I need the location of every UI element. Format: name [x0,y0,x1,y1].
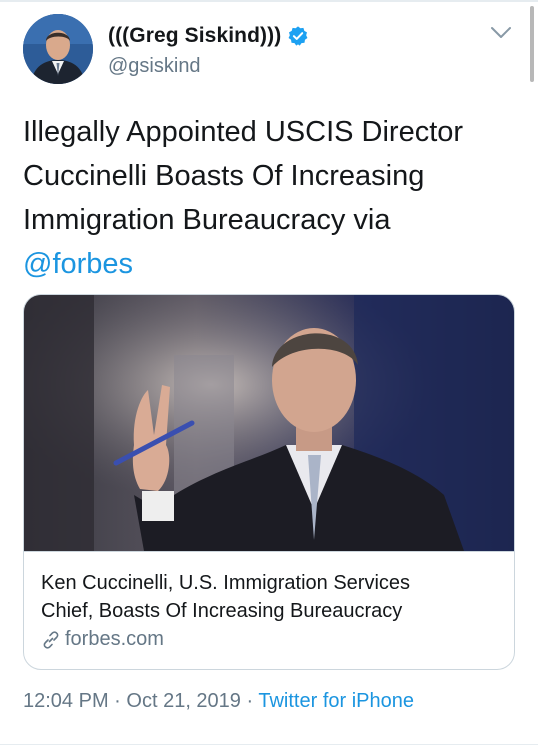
card-body[interactable]: Ken Cuccinelli, U.S. Immigration Service… [24,551,514,669]
user-name-row[interactable]: (((Greg Siskind))) [108,24,309,48]
meta-separator: · [114,690,121,712]
scrollbar[interactable] [530,6,534,82]
tweet-line: Cuccinelli Boasts Of Increasing [23,160,425,192]
chevron-down-icon[interactable] [490,26,512,40]
tweet-line: Illegally Appointed USCIS Director [23,116,464,148]
card-domain: forbes.com [65,628,164,650]
meta-separator: · [246,690,254,712]
link-card[interactable]: Ken Cuccinelli, U.S. Immigration Service… [23,294,515,670]
card-photo [24,295,514,551]
link-icon [43,630,59,649]
tweet-line: Immigration Bureaucracy via [23,204,391,236]
tweet-text: Illegally Appointed USCIS Director Cucci… [23,110,523,286]
verified-badge-icon [288,26,308,46]
avatar-image [23,14,93,84]
avatar[interactable] [23,14,93,84]
tweet-date: Oct 21, 2019 [126,690,241,712]
mention-link[interactable]: @forbes [23,242,523,286]
card-image[interactable] [24,295,514,551]
card-title-line: Chief, Boasts Of Increasing Bureaucracy [41,600,403,622]
card-title-line: Ken Cuccinelli, U.S. Immigration Service… [41,572,411,594]
tweet-time: 12:04 PM [23,690,109,712]
card-title[interactable]: Ken Cuccinelli, U.S. Immigration Service… [41,569,501,625]
tweet-meta: 12:04 PM · Oct 21, 2019 · Twitter for iP… [23,690,414,713]
card-domain-row[interactable]: forbes.com [41,628,164,651]
bottom-divider [0,744,538,745]
user-handle[interactable]: @gsiskind [108,55,201,78]
top-divider [0,0,538,2]
display-name[interactable]: (((Greg Siskind))) [108,24,281,48]
tweet-source-link[interactable]: Twitter for iPhone [258,690,414,712]
